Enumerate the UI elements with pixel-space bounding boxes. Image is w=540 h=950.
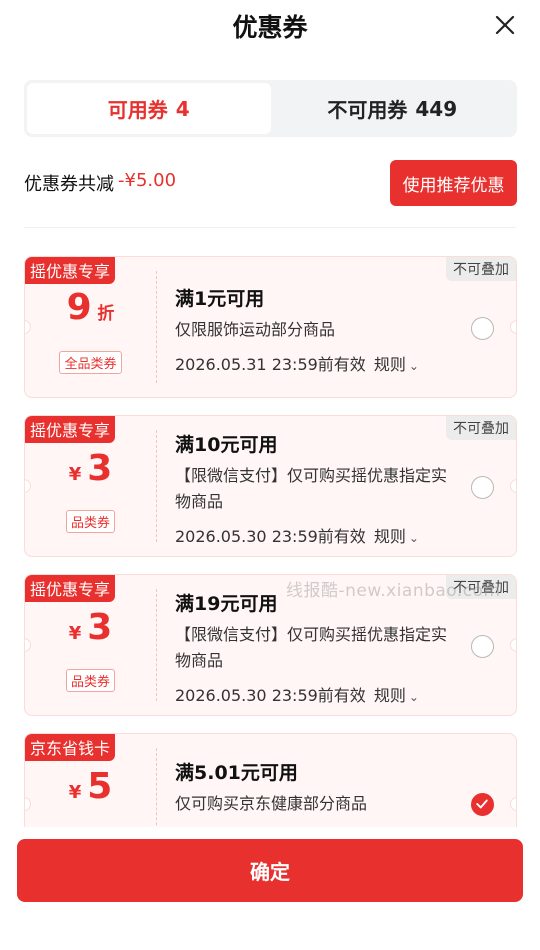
check-icon <box>476 799 488 809</box>
card-separator <box>156 589 157 701</box>
coupon-condition: 满19元可用 <box>175 593 278 615</box>
card-separator <box>156 430 157 542</box>
tab-unavailable-label: 不可用券 <box>327 98 408 122</box>
tab-available-count: 4 <box>175 96 190 121</box>
rule-label: 规则 <box>373 686 406 705</box>
footer: 确定 <box>0 828 540 950</box>
coupon-card[interactable]: 京东省钱卡 ¥5 满5.01元可用 仅可购买京东健康部分商品 <box>24 733 517 827</box>
tab-available-label: 可用券 <box>107 98 168 122</box>
select-radio[interactable] <box>471 476 494 499</box>
tab-unavailable-count: 449 <box>415 96 458 121</box>
coupon-type: 品类券 <box>25 669 156 692</box>
coupon-tabs: 可用券 4 不可用券 449 <box>24 80 517 137</box>
coupon-expiry-row: 2026.05.30 23:59前有效 规则 ⌄ <box>175 523 460 547</box>
coupon-tag: 摇优惠专享 <box>25 257 116 284</box>
coupon-value-number: 5 <box>87 766 113 807</box>
coupon-tag: 京东省钱卡 <box>25 734 116 761</box>
coupon-info: 满1元可用 仅限服饰运动部分商品 2026.05.31 23:59前有效 规则 ⌄ <box>175 284 460 375</box>
coupon-list: 摇优惠专享 不可叠加 9 折 全品类券 满1元可用 仅限服饰运动部分商品 202… <box>24 256 517 827</box>
total-discount-label: 优惠券共减 <box>24 174 114 195</box>
currency-symbol: ¥ <box>68 464 82 485</box>
divider <box>24 227 516 228</box>
coupon-description: 仅限服饰运动部分商品 <box>175 320 336 339</box>
coupon-description: 仅可购买京东健康部分商品 <box>175 794 368 813</box>
use-recommended-button[interactable]: 使用推荐优惠 <box>390 160 517 206</box>
coupon-card[interactable]: 摇优惠专享 不可叠加 9 折 全品类券 满1元可用 仅限服饰运动部分商品 202… <box>24 256 517 398</box>
coupon-type-label: 全品类券 <box>59 351 122 374</box>
coupon-condition: 满1元可用 <box>175 288 265 310</box>
close-icon[interactable] <box>492 12 518 38</box>
coupon-type-label: 品类券 <box>65 669 115 692</box>
coupon-value-number: 9 <box>66 287 92 328</box>
coupon-type: 全品类券 <box>25 351 156 374</box>
coupon-card[interactable]: 摇优惠专享 不可叠加 ¥3 品类券 满10元可用 【限微信支付】仅可购买摇优惠指… <box>24 415 517 557</box>
total-discount-amount: -¥5.00 <box>118 170 177 191</box>
chevron-down-icon: ⌄ <box>408 531 419 545</box>
select-radio[interactable] <box>471 635 494 658</box>
card-notch <box>510 797 516 811</box>
select-radio-checked[interactable] <box>471 793 494 816</box>
coupon-value-number: 3 <box>87 607 113 648</box>
card-notch <box>510 479 516 493</box>
currency-symbol: ¥ <box>68 623 82 644</box>
tab-available[interactable]: 可用券 4 <box>27 83 271 134</box>
coupon-expiry: 2026.05.31 23:59前有效 <box>175 355 366 374</box>
coupon-info: 满10元可用 【限微信支付】仅可购买摇优惠指定实物商品 2026.05.30 2… <box>175 430 460 547</box>
coupon-expiry-row: 2026.05.30 23:59前有效 规则 ⌄ <box>175 682 460 706</box>
rule-link[interactable]: 规则 ⌄ <box>374 527 419 546</box>
chevron-down-icon: ⌄ <box>408 690 419 704</box>
card-notch <box>510 320 516 334</box>
tab-unavailable[interactable]: 不可用券 449 <box>271 83 515 134</box>
coupon-value: ¥5 <box>25 766 156 807</box>
coupon-card[interactable]: 摇优惠专享 不可叠加 ¥3 品类券 满19元可用 【限微信支付】仅可购买摇优惠指… <box>24 574 517 716</box>
coupon-expiry-row: 2026.05.31 23:59前有效 规则 ⌄ <box>175 351 460 375</box>
page-title: 优惠券 <box>232 13 308 42</box>
coupon-tag: 摇优惠专享 <box>25 575 116 602</box>
rule-label: 规则 <box>373 355 406 374</box>
rule-label: 规则 <box>373 527 406 546</box>
coupon-expiry: 2026.05.30 23:59前有效 <box>175 686 366 705</box>
rule-link[interactable]: 规则 ⌄ <box>374 686 419 705</box>
coupon-description: 【限微信支付】仅可购买摇优惠指定实物商品 <box>175 625 448 670</box>
coupon-description: 【限微信支付】仅可购买摇优惠指定实物商品 <box>175 466 448 511</box>
header: 优惠券 <box>0 0 540 60</box>
coupon-value-unit: 折 <box>97 304 115 324</box>
coupon-type-label: 品类券 <box>65 510 115 533</box>
card-separator <box>156 748 157 827</box>
chevron-down-icon: ⌄ <box>408 359 419 373</box>
coupon-value: 9 折 <box>25 287 156 328</box>
no-stack-badge: 不可叠加 <box>446 257 516 281</box>
coupon-value: ¥3 <box>25 448 156 489</box>
coupon-info: 满19元可用 【限微信支付】仅可购买摇优惠指定实物商品 2026.05.30 2… <box>175 589 460 706</box>
coupon-condition: 满5.01元可用 <box>175 762 298 784</box>
coupon-expiry: 2026.05.30 23:59前有效 <box>175 527 366 546</box>
currency-symbol: ¥ <box>68 782 82 803</box>
discount-summary: 优惠券共减 -¥5.00 使用推荐优惠 <box>24 160 517 206</box>
card-separator <box>156 271 157 383</box>
card-notch <box>510 638 516 652</box>
coupon-value-number: 3 <box>87 448 113 489</box>
coupon-type: 品类券 <box>25 510 156 533</box>
coupon-value: ¥3 <box>25 607 156 648</box>
coupon-condition: 满10元可用 <box>175 434 278 456</box>
rule-link[interactable]: 规则 ⌄ <box>374 355 419 374</box>
select-radio[interactable] <box>471 317 494 340</box>
confirm-button[interactable]: 确定 <box>17 839 523 902</box>
coupon-tag: 摇优惠专享 <box>25 416 116 443</box>
coupon-info: 满5.01元可用 仅可购买京东健康部分商品 <box>175 758 460 817</box>
